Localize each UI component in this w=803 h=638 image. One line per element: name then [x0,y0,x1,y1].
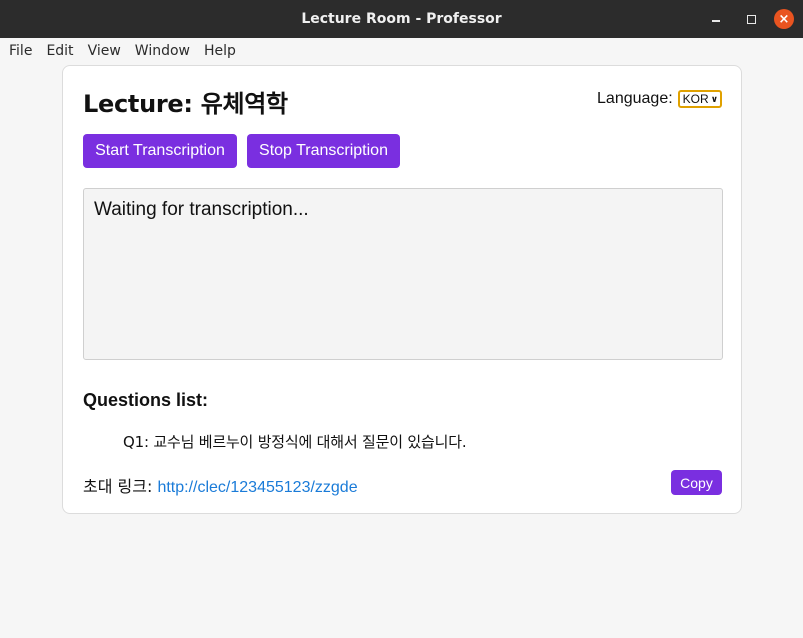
question-item: Q1: 교수님 베르누이 방정식에 대해서 질문이 있습니다. [123,433,467,451]
language-label: Language: [597,90,673,107]
title-bar[interactable]: Lecture Room - Professor × [0,0,803,38]
chevron-down-icon: ∨ [710,93,718,104]
close-button[interactable]: × [774,9,794,29]
lecture-title: Lecture: 유체역학 [83,90,288,118]
language-selector: Language: KOR ∨ [597,90,722,108]
menu-view[interactable]: View [81,38,128,65]
maximize-button[interactable] [741,9,761,29]
menu-bar: File Edit View Window Help [0,38,803,65]
window-title: Lecture Room - Professor [301,11,502,27]
menu-help[interactable]: Help [197,38,243,65]
app-window: Lecture Room - Professor × File Edit Vie… [0,0,803,638]
maximize-icon [746,14,756,24]
transcription-box[interactable]: Waiting for transcription... [83,188,723,360]
language-selected-value: KOR [682,92,709,106]
minimize-button[interactable] [706,9,726,29]
close-icon: × [774,9,794,29]
minimize-icon [712,20,720,22]
invite-link-row: 초대 링크: http://clec/123455123/zzgde [83,473,358,497]
questions-heading: Questions list: [83,390,209,410]
menu-window[interactable]: Window [128,38,197,65]
invite-label: 초대 링크: [83,477,153,496]
transcription-text: Waiting for transcription... [94,199,309,220]
menu-edit[interactable]: Edit [39,38,80,65]
menu-file[interactable]: File [0,38,39,65]
lecture-card: Lecture: 유체역학 Language: KOR ∨ Start Tran… [62,65,742,514]
copy-button[interactable]: Copy [671,470,722,495]
stop-transcription-button[interactable]: Stop Transcription [247,134,400,168]
invite-link[interactable]: http://clec/123455123/zzgde [157,479,357,496]
language-select[interactable]: KOR ∨ [677,90,722,108]
start-transcription-button[interactable]: Start Transcription [83,134,237,168]
